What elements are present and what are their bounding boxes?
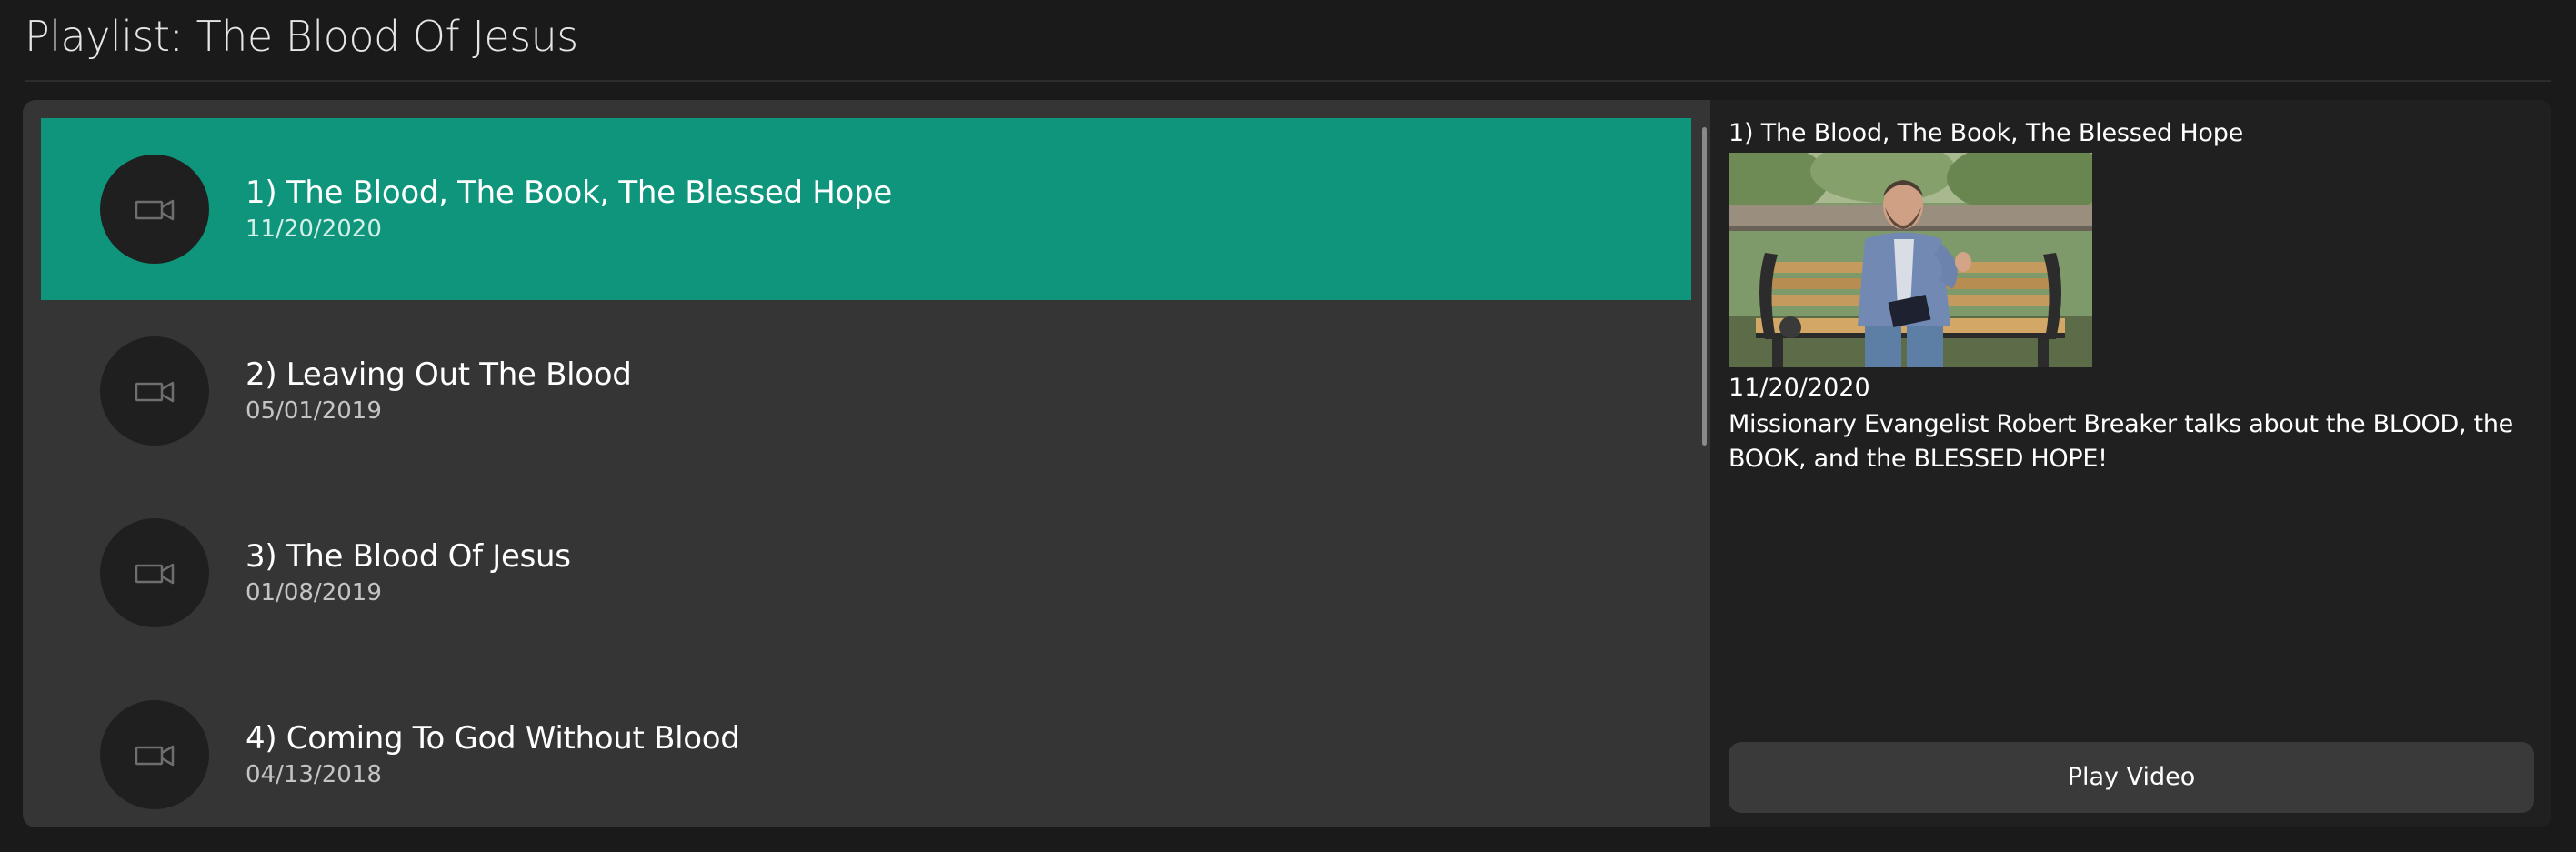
video-detail-pane: 1) The Blood, The Book, The Blessed Hope: [1710, 100, 2551, 827]
playlist-item[interactable]: 2) Leaving Out The Blood 05/01/2019: [41, 300, 1691, 482]
video-camera-icon: [135, 199, 175, 221]
video-thumbnail-placeholder: [100, 155, 209, 264]
play-video-button[interactable]: Play Video: [1729, 742, 2534, 813]
playlist-item-title: 3) The Blood Of Jesus: [246, 538, 571, 575]
title-divider: [25, 80, 2551, 82]
playlist-item[interactable]: 4) Coming To God Without Blood 04/13/201…: [41, 664, 1691, 827]
playlist-item-title: 4) Coming To God Without Blood: [246, 720, 740, 757]
playlist-item-title: 2) Leaving Out The Blood: [246, 356, 632, 393]
video-camera-icon: [135, 745, 175, 767]
video-camera-icon: [135, 563, 175, 585]
detail-description: Missionary Evangelist Robert Breaker tal…: [1729, 410, 2513, 473]
playlist-item-date: 01/08/2019: [246, 579, 382, 606]
video-thumbnail-placeholder: [100, 336, 209, 446]
video-camera-icon: [135, 381, 175, 403]
video-thumbnail-placeholder: [100, 700, 209, 809]
playlist-item-date: 04/13/2018: [246, 761, 382, 788]
playlist-item[interactable]: 3) The Blood Of Jesus 01/08/2019: [41, 482, 1691, 664]
video-thumbnail-placeholder: [100, 518, 209, 627]
list-scrollbar[interactable]: [1702, 127, 1707, 446]
playlist-item-date: 11/20/2020: [246, 216, 382, 243]
playlist-panel: 1) The Blood, The Book, The Blessed Hope…: [23, 100, 2551, 827]
detail-title: 1) The Blood, The Book, The Blessed Hope: [1729, 119, 2244, 147]
playlist-item-title: 1) The Blood, The Book, The Blessed Hope: [246, 175, 892, 211]
playlist-item-date: 05/01/2019: [246, 397, 382, 425]
detail-date: 11/20/2020: [1729, 374, 1870, 402]
playlist-item[interactable]: 1) The Blood, The Book, The Blessed Hope…: [41, 118, 1691, 300]
playlist-list[interactable]: 1) The Blood, The Book, The Blessed Hope…: [23, 100, 1710, 827]
video-thumbnail: [1729, 153, 2092, 367]
page-title: Playlist: The Blood Of Jesus: [25, 12, 578, 61]
